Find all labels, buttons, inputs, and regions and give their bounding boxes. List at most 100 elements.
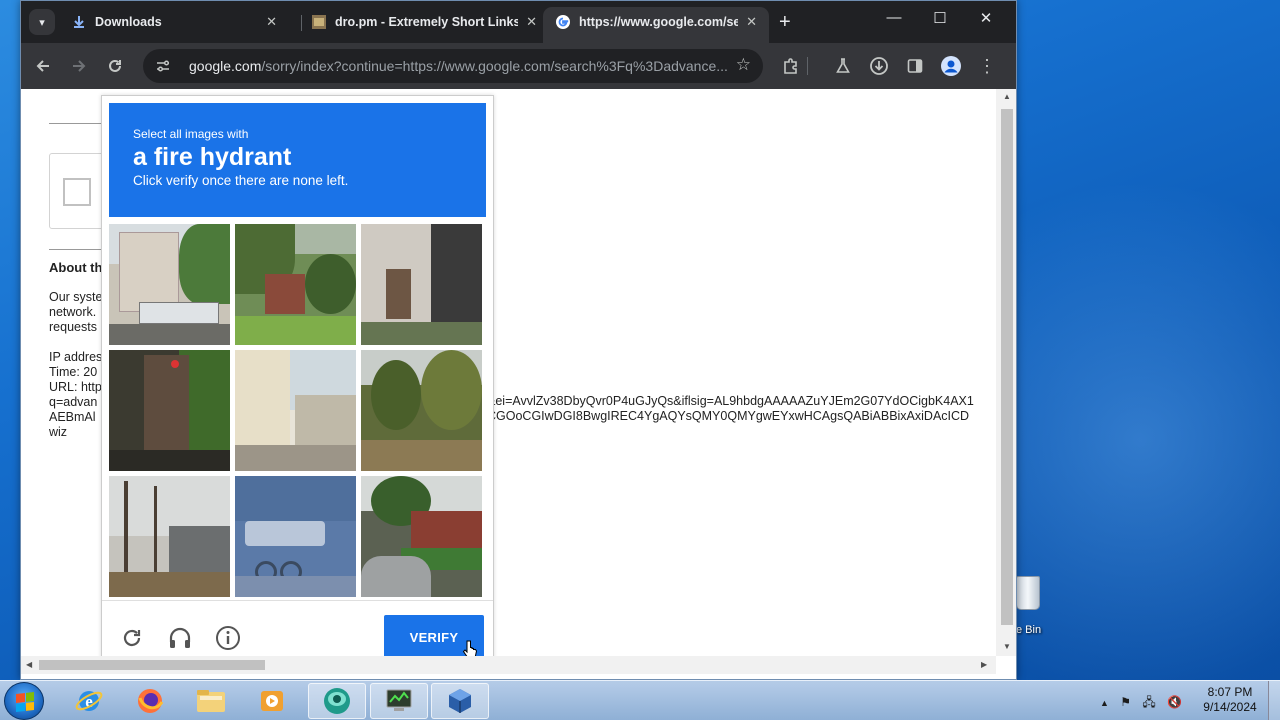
menu-button[interactable]: ⋮	[975, 54, 999, 78]
taskbar-chrome-app[interactable]	[308, 683, 366, 719]
refresh-icon	[123, 629, 141, 647]
scroll-left-arrow-icon[interactable]: ◀	[26, 660, 32, 669]
audio-challenge-button[interactable]	[165, 623, 195, 653]
tab-title: https://www.google.com/search	[579, 15, 739, 29]
scroll-down-arrow-icon[interactable]: ▼	[1003, 642, 1011, 651]
tab-dropm[interactable]: dro.pm - Extremely Short Links ✕	[299, 7, 549, 37]
challenge-tile-7[interactable]	[109, 476, 230, 597]
side-panel-icon	[907, 59, 923, 73]
profile-button[interactable]	[939, 54, 963, 78]
close-window-button[interactable]: ✕	[971, 9, 1001, 27]
about-heading: About th	[49, 260, 103, 275]
taskbar-virtualbox[interactable]	[431, 683, 489, 719]
close-icon[interactable]: ✕	[526, 14, 537, 30]
close-icon[interactable]: ✕	[746, 14, 757, 30]
media-player-icon	[261, 691, 283, 711]
kebab-menu-icon: ⋮	[978, 56, 996, 76]
taskbar-media-player[interactable]	[243, 683, 301, 719]
extensions-button[interactable]	[779, 54, 803, 78]
reload-challenge-button[interactable]	[117, 623, 147, 653]
scroll-right-arrow-icon[interactable]: ▶	[981, 660, 987, 669]
vertical-scrollbar[interactable]: ▲ ▼	[996, 89, 1016, 656]
new-tab-button[interactable]: +	[779, 11, 791, 34]
taskbar-system-monitor[interactable]	[370, 683, 428, 719]
site-info-icon[interactable]	[155, 58, 171, 74]
tab-downloads[interactable]: Downloads ✕	[59, 7, 289, 37]
taskbar-firefox[interactable]	[121, 683, 179, 719]
tab-google-search[interactable]: https://www.google.com/search ✕	[543, 7, 769, 43]
headphones-icon	[169, 627, 191, 648]
toolbar-divider	[805, 54, 809, 78]
url-fragment: CGOoCGIwDGI8BwgIREC4YgAQYsQMY0QMYgwEYxwH…	[487, 409, 970, 423]
challenge-tile-6[interactable]	[361, 350, 482, 471]
address-host: google.com	[189, 58, 262, 74]
challenge-instruction: Select all images with	[133, 127, 249, 141]
minimize-button[interactable]: —	[879, 9, 909, 26]
app-globe-icon	[324, 688, 350, 714]
info-icon	[216, 626, 240, 650]
challenge-tile-1[interactable]	[109, 224, 230, 345]
forward-button[interactable]	[67, 54, 91, 78]
challenge-tile-5[interactable]	[235, 350, 356, 471]
browser-toolbar: google.com/sorry/index?continue=https://…	[21, 43, 1016, 89]
tab-search-button[interactable]: ▾	[29, 9, 55, 35]
recaptcha-challenge: Select all images with a fire hydrant Cl…	[101, 95, 494, 656]
windows-logo-icon	[16, 692, 34, 712]
back-button[interactable]	[31, 54, 55, 78]
tab-bar: ▾ Downloads ✕ dro.pm - Extremely Short L…	[21, 1, 1016, 43]
horizontal-scrollbar[interactable]: ◀ ▶	[21, 656, 996, 674]
start-button[interactable]	[4, 682, 44, 720]
action-center-flag-icon[interactable]: ⚑	[1120, 695, 1131, 709]
taskbar-clock[interactable]: 8:07 PM 9/14/2024	[1196, 685, 1264, 715]
volume-muted-icon[interactable]: 🔇	[1167, 695, 1182, 709]
vertical-scroll-thumb[interactable]	[1001, 109, 1013, 625]
show-desktop-button[interactable]	[1268, 681, 1280, 720]
reload-button[interactable]	[103, 54, 127, 78]
internet-explorer-icon: e	[75, 691, 103, 711]
taskbar-internet-explorer[interactable]: e	[60, 683, 118, 719]
maximize-button[interactable]: ☐	[925, 9, 955, 27]
avatar-icon	[941, 56, 961, 76]
arrow-right-icon	[73, 60, 86, 72]
taskbar-file-explorer[interactable]	[182, 683, 240, 719]
url-fragment: &ei=AvvlZv38DbyQvr0P4uGJyQs&iflsig=AL9hb…	[487, 394, 974, 408]
challenge-tile-9[interactable]	[361, 476, 482, 597]
about-text: Our syste network. requests	[49, 290, 103, 334]
side-panel-button[interactable]	[903, 54, 927, 78]
horizontal-scroll-thumb[interactable]	[39, 660, 265, 670]
scroll-up-arrow-icon[interactable]: ▲	[1003, 92, 1011, 101]
recaptcha-checkbox-widget	[49, 153, 109, 229]
request-details: IP addres Time: 20 URL: http q=advan AEB…	[49, 350, 103, 439]
firefox-icon	[138, 689, 164, 713]
reload-icon	[109, 59, 121, 72]
challenge-tile-4[interactable]	[109, 350, 230, 471]
close-icon[interactable]: ✕	[266, 14, 277, 30]
download-icon	[71, 14, 87, 30]
challenge-tile-2[interactable]	[235, 224, 356, 345]
address-bar[interactable]: google.com/sorry/index?continue=https://…	[143, 49, 763, 83]
page-divider	[49, 123, 109, 124]
bookmark-star-icon[interactable]: ☆	[736, 55, 751, 75]
network-icon[interactable]: 🖧	[1142, 695, 1155, 709]
challenge-tile-8[interactable]	[235, 476, 356, 597]
challenge-image-grid	[109, 224, 486, 597]
address-path: /sorry/index?continue=https://www.google…	[261, 58, 728, 74]
info-button[interactable]	[213, 623, 243, 653]
tray-expand-icon[interactable]: ▲	[1100, 698, 1109, 708]
recycle-bin-label: e Bin	[1016, 624, 1042, 636]
labs-button[interactable]	[831, 54, 855, 78]
clock-date: 9/14/2024	[1203, 700, 1257, 714]
challenge-tile-3[interactable]	[361, 224, 482, 345]
recaptcha-checkbox[interactable]	[63, 178, 91, 206]
folder-icon	[197, 690, 225, 712]
recycle-bin-icon	[1016, 576, 1040, 610]
puzzle-icon	[784, 58, 797, 74]
downloads-button[interactable]	[867, 54, 891, 78]
system-tray: ▲ ⚑ 🖧 🔇	[1100, 693, 1182, 714]
chevron-down-icon: ▾	[39, 16, 45, 29]
taskbar: e ▲ ⚑ 🖧 🔇 8:07 PM 9/14/2024	[0, 680, 1280, 720]
page-content: About th Our syste network. requests IP …	[21, 89, 996, 656]
mouse-pointer-icon	[462, 639, 478, 656]
tab-title: Downloads	[95, 15, 162, 29]
arrow-left-icon	[36, 60, 49, 72]
